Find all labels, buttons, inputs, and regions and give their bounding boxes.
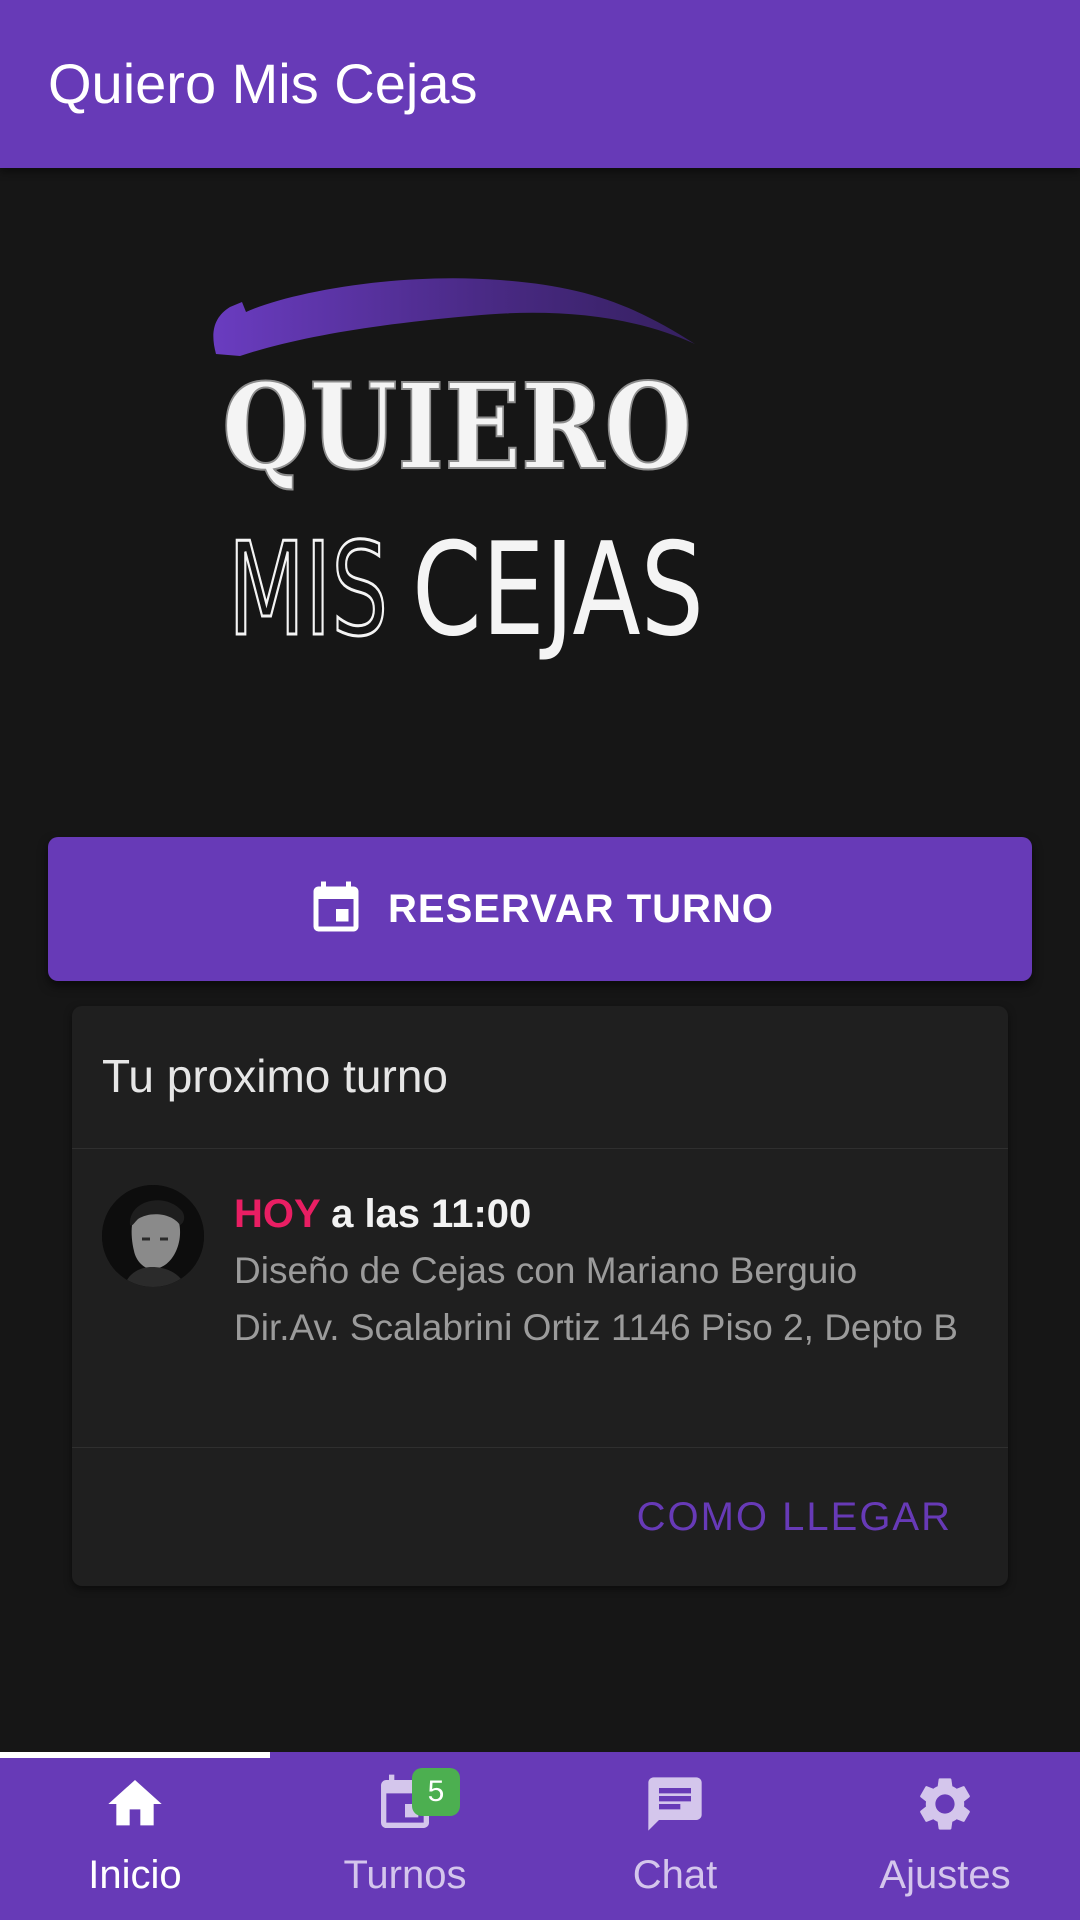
chat-icon [648,1777,702,1831]
app-bar: Quiero Mis Cejas [0,0,1080,168]
avatar [102,1185,204,1287]
turnos-count-badge: 5 [412,1768,460,1816]
home-icon [108,1780,162,1826]
reserve-appointment-button[interactable]: RESERVAR TURNO [48,837,1032,981]
card-header: Tu proximo turno [72,1006,1008,1149]
nav-label-chat: Chat [632,1853,718,1897]
brand-logo: QUIERO MIS CEJAS [200,262,880,667]
nav-label-ajustes: Ajustes [879,1853,1011,1897]
reserve-button-label: RESERVAR TURNO [388,886,774,931]
nav-label-inicio: Inicio [88,1853,182,1897]
app-title: Quiero Mis Cejas [48,52,478,115]
appointment-item: HOY a las 11:00 Diseño de Cejas con Mari… [72,1150,1008,1448]
appointment-when: HOY a las 11:00 [234,1186,974,1242]
card-title: Tu proximo turno [102,1050,448,1102]
nav-tab-turnos[interactable]: 5 Turnos [270,1752,540,1920]
logo-word-quiero: QUIERO [222,357,692,496]
app-screen: Quiero Mis Cejas QUIERO MIS CEJAS RESERV… [0,0,1080,1920]
card-actions: COMO LLEGAR [72,1448,1008,1586]
today-label: HOY [234,1192,320,1236]
nav-tab-inicio[interactable]: Inicio [0,1752,270,1920]
brand-logo-graphic: QUIERO MIS CEJAS [213,278,704,667]
nav-label-turnos: Turnos [343,1853,467,1897]
logo-word-cejas: CEJAS [412,516,704,662]
appointment-address: Dir.Av. Scalabrini Ortiz 1146 Piso 2, De… [234,1307,958,1348]
calendar-icon [313,881,359,932]
appointment-details: HOY a las 11:00 Diseño de Cejas con Mari… [234,1186,974,1356]
directions-button[interactable]: COMO LLEGAR [637,1482,952,1552]
eyebrow-swoosh [213,278,696,356]
nav-tab-ajustes[interactable]: Ajustes [810,1752,1080,1920]
appointment-time: a las 11:00 [319,1192,532,1236]
bottom-navigation: Inicio 5 Turnos Chat Ajustes [0,1752,1080,1920]
next-appointment-card: Tu proximo turno HOY a las 11:00 Diseño … [72,1006,1008,1586]
nav-tab-chat[interactable]: Chat [540,1752,810,1920]
appointment-service: Diseño de Cejas con Mariano Berguio [234,1250,858,1291]
avatar-photo [102,1185,204,1287]
gear-icon [920,1778,970,1830]
logo-word-mis: MIS [228,516,388,662]
